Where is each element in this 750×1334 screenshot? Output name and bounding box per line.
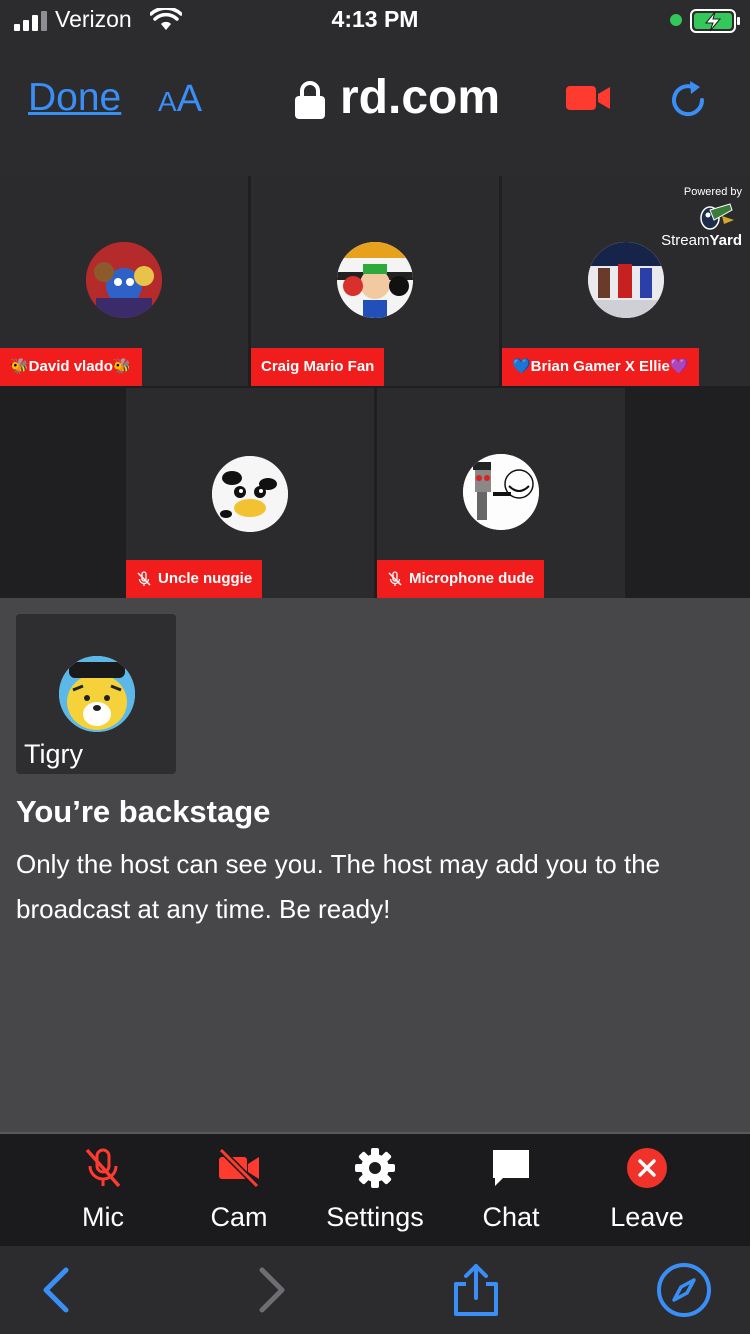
lock-icon [295, 81, 325, 119]
brand-name-light: Stream [661, 232, 710, 249]
backstage-title: You’re backstage [16, 794, 271, 829]
participant-name: Uncle nuggie [158, 570, 253, 587]
text-size-button[interactable]: AA [158, 78, 202, 121]
participant-name-tag: Craig Mario Fan [251, 348, 385, 386]
compass-icon[interactable] [656, 1262, 712, 1318]
text-size-small-label: A [158, 86, 177, 117]
text-size-big-label: A [176, 78, 203, 120]
participant-name-tag: 💙Brian Gamer X Ellie💜 [502, 348, 699, 386]
chat-button[interactable]: Chat [443, 1146, 579, 1233]
participant-tile: Craig Mario Fan [251, 176, 499, 386]
avatar [212, 456, 288, 532]
close-circle-icon [627, 1148, 667, 1188]
settings-label: Settings [326, 1202, 424, 1232]
back-icon[interactable] [28, 1262, 84, 1318]
share-icon[interactable] [448, 1262, 504, 1318]
browser-bottom-toolbar [0, 1246, 750, 1334]
participant-tile: Powered by StreamYard 💙Brian Gamer X Ell… [502, 176, 750, 386]
cam-label: Cam [210, 1202, 268, 1232]
battery-charging-icon [690, 9, 740, 33]
avatar [588, 242, 664, 318]
cam-button[interactable]: Cam [171, 1146, 307, 1233]
gear-icon [355, 1148, 395, 1188]
status-bar: Verizon 4:13 PM [0, 0, 750, 42]
chat-label: Chat [482, 1202, 540, 1232]
streamyard-duck-icon [700, 203, 734, 230]
avatar [86, 242, 162, 318]
mic-label: Mic [82, 1202, 124, 1232]
browser-toolbar: Done AA rd.com [0, 42, 750, 176]
mic-off-icon [85, 1148, 121, 1188]
avatar [59, 656, 135, 732]
camera-recording-icon[interactable] [566, 84, 612, 112]
forward-icon[interactable] [244, 1262, 300, 1318]
clock: 4:13 PM [331, 6, 419, 32]
broadcast-stage: 🐝David vlado🐝 Craig Mario Fan Powered by [0, 176, 750, 598]
avatar [463, 454, 539, 530]
leave-label: Leave [610, 1202, 684, 1232]
brand-name-bold: Yard [709, 232, 742, 249]
leave-button[interactable]: Leave [579, 1146, 715, 1233]
mic-button[interactable]: Mic [35, 1146, 171, 1233]
participant-tile: Microphone dude [377, 388, 625, 598]
self-name-label: Tigry [24, 739, 83, 769]
participant-tile: 🐝David vlado🐝 [0, 176, 248, 386]
control-bar: Mic Cam Settings Chat Leave [0, 1132, 750, 1246]
participant-name: Microphone dude [409, 570, 534, 587]
participant-name-tag: Uncle nuggie [126, 560, 263, 598]
mic-off-icon [388, 571, 402, 587]
streamyard-logo: Powered by StreamYard [661, 186, 742, 249]
self-preview-tile: Tigry [16, 614, 176, 774]
reload-icon[interactable] [666, 78, 710, 122]
powered-by-label: Powered by [683, 186, 742, 198]
camera-in-use-indicator [670, 14, 682, 26]
url-field[interactable]: rd.com [340, 70, 500, 125]
participant-tile: Uncle nuggie [126, 388, 374, 598]
participant-name-tag: Microphone dude [377, 560, 544, 598]
chat-bubble-icon [493, 1150, 529, 1186]
done-button[interactable]: Done [28, 76, 121, 120]
participant-name-tag: 🐝David vlado🐝 [0, 348, 142, 386]
backstage-message: Only the host can see you. The host may … [16, 849, 661, 924]
camera-off-icon [218, 1147, 260, 1189]
settings-button[interactable]: Settings [307, 1146, 443, 1233]
avatar [337, 242, 413, 318]
mic-off-icon [137, 571, 151, 587]
